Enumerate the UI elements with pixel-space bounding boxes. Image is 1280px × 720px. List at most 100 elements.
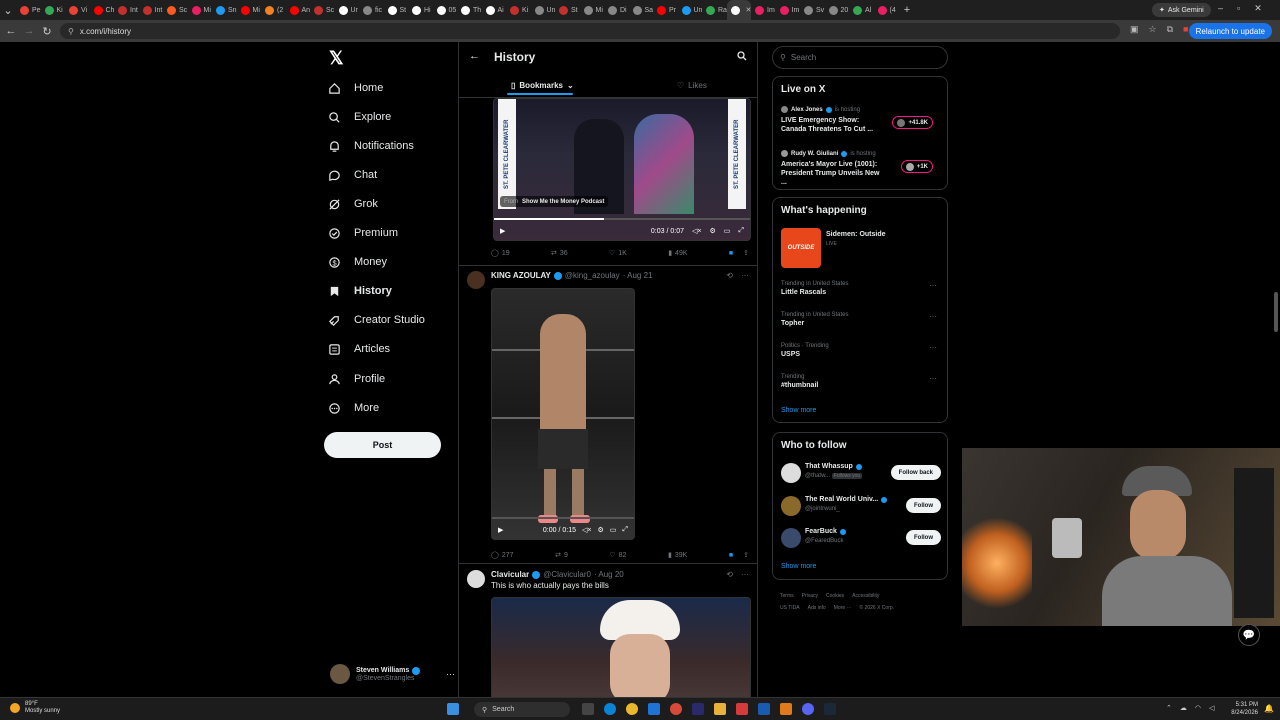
author-handle[interactable]: @king_azoulay	[565, 271, 620, 280]
sidebar-item-profile[interactable]: Profile	[328, 367, 385, 391]
sidebar-item-creator-studio[interactable]: Creator Studio	[328, 308, 425, 332]
relaunch-button[interactable]: Relaunch to update	[1188, 23, 1272, 39]
footer-link[interactable]: US TIDA	[780, 605, 800, 611]
footer-link[interactable]: More ···	[834, 605, 852, 611]
sidebar-item-explore[interactable]: Explore	[328, 105, 391, 129]
play-icon[interactable]: ▶	[500, 227, 505, 235]
footer-link[interactable]: Terms	[780, 593, 794, 599]
steam-icon[interactable]	[824, 703, 836, 715]
ask-gemini-button[interactable]: ✦ Ask Gemini	[1152, 3, 1211, 17]
wifi-icon[interactable]: ◠	[1195, 704, 1201, 712]
sidebar-item-notifications[interactable]: Notifications	[328, 134, 414, 158]
trend-item[interactable]: Trending in United States Little Rascals ·…	[781, 281, 941, 296]
browser-tab[interactable]: Mi	[188, 0, 213, 20]
bookmark-filled-icon[interactable]: ■	[729, 250, 733, 257]
bookmark-filled-icon[interactable]: ■	[729, 552, 733, 559]
app-icon[interactable]	[670, 703, 682, 715]
reply-button[interactable]: ◯ 19	[491, 249, 510, 258]
trend-item[interactable]: Trending in United States Topher ···	[781, 312, 941, 327]
browser-tab[interactable]: Ai	[482, 0, 507, 20]
app-icon[interactable]	[758, 703, 770, 715]
video-player[interactable]: ▶ 0:00 / 0:15 ◁× ⚙ ▭ ⤢	[491, 288, 635, 540]
live-item[interactable]: Rudy W. Giuliani is hosting America's May…	[781, 150, 941, 187]
sidebar-item-premium[interactable]: Premium	[328, 221, 398, 245]
post-date[interactable]: · Aug 21	[623, 271, 653, 280]
browser-tab[interactable]: Un	[531, 0, 555, 20]
repost-button[interactable]: ⇄ 36	[551, 249, 568, 258]
follow-suggestion[interactable]: The Real World Univ... @jointrwuni_ Foll…	[781, 496, 941, 518]
views-button[interactable]: ▮ 39K	[668, 551, 687, 560]
app-icon[interactable]	[780, 703, 792, 715]
browser-tab[interactable]: Int	[139, 0, 164, 20]
scrollbar-thumb[interactable]	[1274, 292, 1278, 332]
volume-icon[interactable]: ◁	[1209, 704, 1214, 712]
back-arrow-icon[interactable]: ←	[469, 50, 480, 62]
views-button[interactable]: ▮ 49K	[668, 249, 687, 258]
pip-icon[interactable]: ▭	[610, 526, 617, 534]
notification-bell-icon[interactable]: 🔔	[1264, 704, 1274, 713]
browser-tab[interactable]: An	[286, 0, 310, 20]
more-dots-icon[interactable]: ···	[929, 312, 937, 321]
fullscreen-icon[interactable]: ⤢	[738, 227, 744, 235]
browser-tab[interactable]: Ch	[90, 0, 114, 20]
sidebar-item-history[interactable]: History	[328, 279, 392, 303]
address-bar[interactable]: ⚲ x.com/i/history	[60, 23, 1120, 39]
follow-suggestion[interactable]: FearBuck @FearedBuck Follow	[781, 528, 941, 550]
account-switcher[interactable]: Steven Williams @StevenStrangles ···	[330, 662, 455, 686]
more-dots-icon[interactable]: ···	[741, 271, 749, 280]
browser-tab[interactable]: Pe	[16, 0, 41, 20]
settings-icon[interactable]: ⚙	[597, 526, 603, 534]
author-name[interactable]: KING AZOULAY	[491, 271, 551, 280]
footer-link[interactable]: Accessibility	[852, 593, 879, 599]
more-dots-icon[interactable]: ···	[929, 343, 937, 352]
tab-bookmarks[interactable]: ▯ Bookmarks ⌄	[511, 78, 574, 92]
reload-icon[interactable]: ↻	[38, 22, 56, 40]
taskbar-search[interactable]: ⚲ Search	[474, 702, 570, 717]
minimize-icon[interactable]: –	[1218, 3, 1223, 14]
author-handle[interactable]: @Clavicular0	[543, 570, 591, 579]
video-progress[interactable]	[494, 218, 750, 220]
sidebar-item-more[interactable]: More	[328, 396, 379, 420]
pip-icon[interactable]: ▭	[724, 227, 731, 235]
browser-tab[interactable]: (2	[261, 0, 286, 20]
video-player[interactable]: ST. PETE CLEARWATER ST. PETE CLEARWATER …	[493, 98, 751, 241]
browser-tab[interactable]: St	[555, 0, 580, 20]
like-button[interactable]: ♡ 1K	[609, 249, 627, 258]
weather-widget[interactable]: 89°F Mostly sunny	[10, 701, 60, 715]
file-explorer-icon[interactable]	[714, 703, 726, 715]
search-input[interactable]: ⚲ Search	[772, 46, 948, 69]
browser-tab[interactable]: ✕	[726, 0, 751, 20]
browser-tab[interactable]: Sc	[163, 0, 188, 20]
chat-fab-button[interactable]: 💬	[1238, 624, 1260, 646]
browser-tab[interactable]: fic	[359, 0, 384, 20]
footer-link[interactable]: Ads info	[808, 605, 826, 611]
featured-name[interactable]: Sidemen: Outside	[826, 231, 886, 238]
more-dots-icon[interactable]: ···	[741, 570, 749, 579]
footer-link[interactable]: Cookies	[826, 593, 844, 599]
post-button[interactable]: Post	[324, 432, 441, 458]
featured-thumbnail[interactable]: OUTSIDE	[781, 228, 821, 268]
video-progress[interactable]	[492, 517, 634, 519]
sidebar-item-articles[interactable]: Articles	[328, 337, 390, 361]
reply-button[interactable]: ◯ 277	[491, 551, 514, 560]
search-icon[interactable]	[737, 51, 747, 61]
repost-button[interactable]: ⇄ 9	[555, 551, 568, 560]
browser-tab[interactable]: 05	[433, 0, 458, 20]
trend-item[interactable]: Politics · Trending USPS ···	[781, 343, 941, 358]
browser-tab[interactable]: Hi	[408, 0, 433, 20]
browser-tab[interactable]: Im	[751, 0, 776, 20]
new-tab-button[interactable]: +	[898, 1, 916, 19]
browser-tab[interactable]: Im	[776, 0, 801, 20]
sidebar-item-chat[interactable]: Chat	[328, 163, 377, 187]
browser-tab[interactable]: St	[384, 0, 409, 20]
browser-tab[interactable]: Sc	[310, 0, 335, 20]
chrome-icon[interactable]	[626, 703, 638, 715]
grok-icon[interactable]: ⟲	[726, 271, 733, 280]
browser-tab[interactable]: Vi	[65, 0, 90, 20]
profile-icon[interactable]: ■	[1183, 24, 1188, 35]
close-window-icon[interactable]: ✕	[1254, 3, 1262, 14]
share-icon[interactable]: ⇪	[743, 551, 749, 559]
sidebar-item-home[interactable]: Home	[328, 76, 383, 100]
app-icon[interactable]	[736, 703, 748, 715]
mute-icon[interactable]: ◁×	[582, 526, 591, 534]
